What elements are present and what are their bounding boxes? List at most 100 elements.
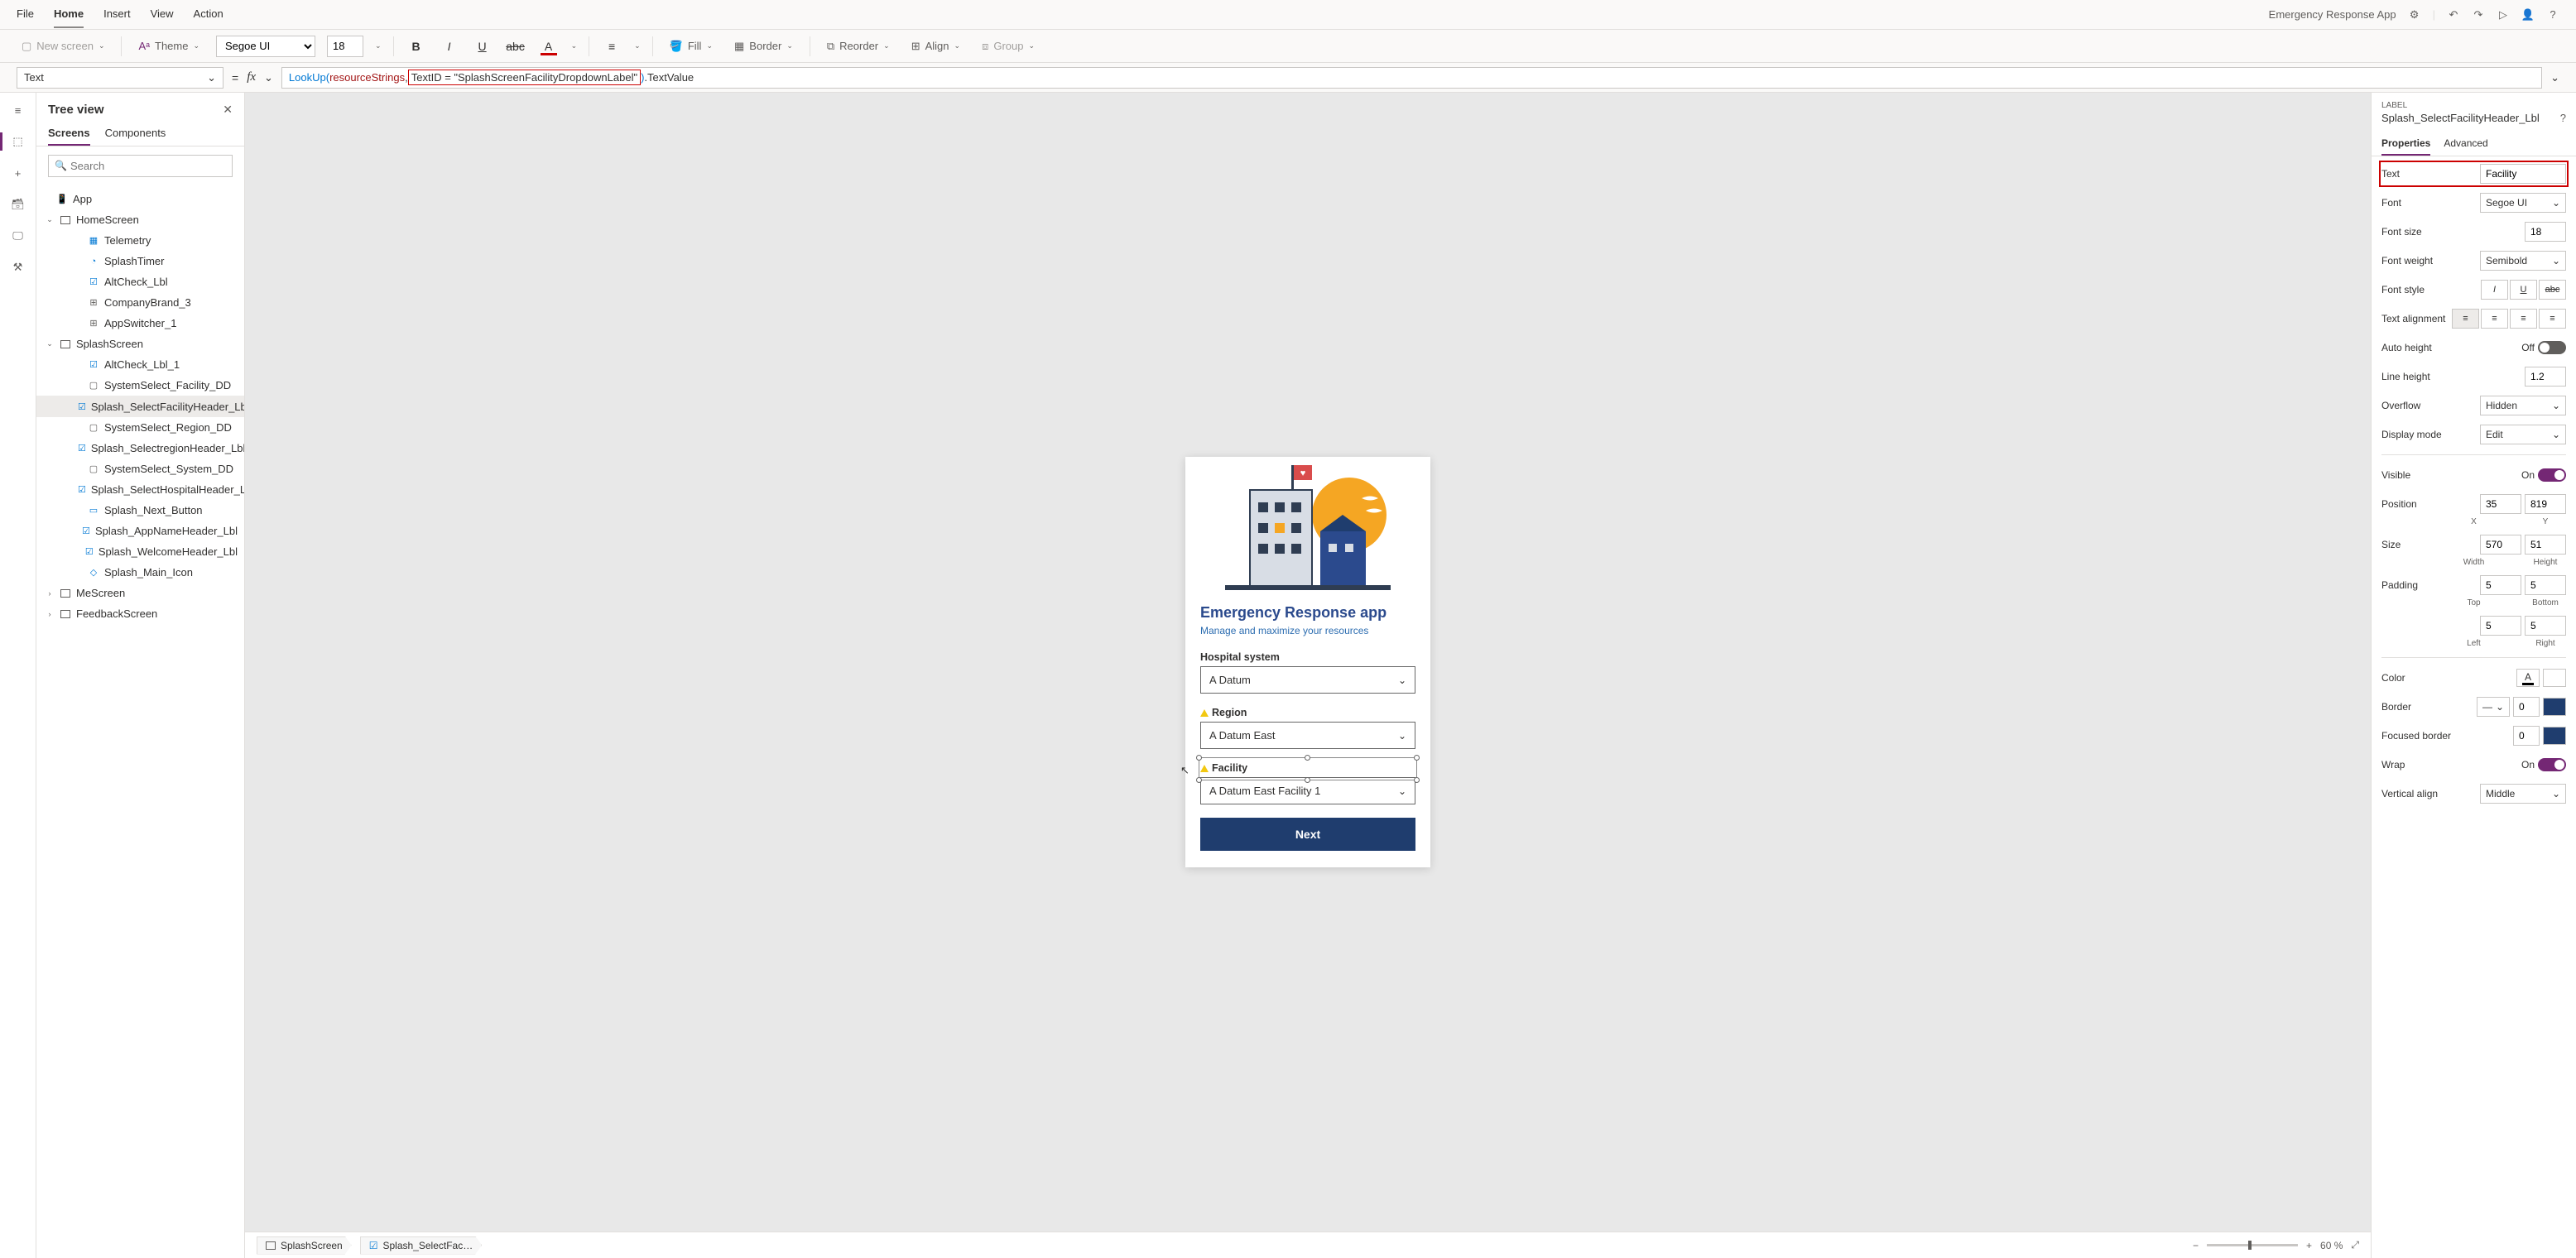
help-icon[interactable]: ?: [2546, 8, 2559, 22]
tree-item[interactable]: ☑AltCheck_Lbl_1: [36, 354, 244, 375]
align-right[interactable]: ≡: [2510, 309, 2537, 329]
prop-pos-x[interactable]: [2480, 494, 2521, 514]
prop-fontweight-select[interactable]: Semibold⌄: [2480, 251, 2566, 271]
tree-item[interactable]: ›MeScreen: [36, 583, 244, 603]
fit-icon[interactable]: ⤢: [2351, 1239, 2359, 1251]
tree-item[interactable]: ☑Splash_WelcomeHeader_Lbl: [36, 541, 244, 562]
border-style-select[interactable]: —⌄: [2477, 697, 2510, 717]
zoom-out-icon[interactable]: −: [2193, 1240, 2199, 1251]
tree-item[interactable]: ☑Splash_SelectregionHeader_Lbl: [36, 438, 244, 459]
align-left[interactable]: ≡: [2452, 309, 2479, 329]
formula-expand-icon[interactable]: ⌄: [2550, 71, 2559, 84]
tree-item[interactable]: ▭Splash_Next_Button: [36, 500, 244, 521]
prop-font-select[interactable]: Segoe UI⌄: [2480, 193, 2566, 213]
undo-icon[interactable]: ↶: [2447, 8, 2460, 22]
align-center[interactable]: ≡: [2481, 309, 2508, 329]
autoheight-toggle[interactable]: [2538, 341, 2566, 354]
prop-pos-y[interactable]: [2525, 494, 2566, 514]
fill-button[interactable]: 🪣 Fill ⌄: [665, 36, 718, 56]
focusedborder-input[interactable]: [2513, 726, 2540, 746]
close-icon[interactable]: ✕: [223, 103, 233, 117]
tree-item[interactable]: ⌄SplashScreen: [36, 334, 244, 354]
font-select[interactable]: Segoe UI: [216, 36, 315, 57]
breadcrumb-control[interactable]: ☑ Splash_SelectFac…: [360, 1236, 483, 1255]
formula-input[interactable]: LookUp(resourceStrings, TextID = "Splash…: [281, 67, 2542, 89]
tab-properties[interactable]: Properties: [2381, 132, 2430, 156]
theme-button[interactable]: Aᵃ Theme ⌄: [133, 36, 204, 55]
tree-item[interactable]: ◇Splash_Main_Icon: [36, 562, 244, 583]
tree-item[interactable]: ☑Splash_SelectFacilityHeader_Lbl⋯: [36, 396, 244, 417]
tree-item[interactable]: ⌄HomeScreen: [36, 209, 244, 230]
tree-item[interactable]: ⊞CompanyBrand_3: [36, 292, 244, 313]
environment-icon[interactable]: ⚙: [2408, 8, 2421, 22]
tab-components[interactable]: Components: [105, 122, 166, 146]
bold-button[interactable]: B: [406, 36, 427, 57]
help-icon[interactable]: ?: [2560, 112, 2566, 124]
align-justify[interactable]: ≡: [2539, 309, 2566, 329]
italic-toggle[interactable]: I: [2481, 280, 2508, 300]
prop-pad-t[interactable]: [2480, 575, 2521, 595]
tree-item[interactable]: ▦Telemetry: [36, 230, 244, 251]
tree-app[interactable]: 📱 App: [36, 189, 244, 209]
tree-item[interactable]: ☑Splash_AppNameHeader_Lbl: [36, 521, 244, 541]
menu-view[interactable]: View: [151, 1, 174, 28]
search-input[interactable]: [48, 155, 233, 177]
chevron-icon[interactable]: ›: [45, 610, 55, 618]
menu-insert[interactable]: Insert: [103, 1, 131, 28]
tree-item[interactable]: ◔SplashTimer: [36, 251, 244, 271]
tree-item[interactable]: ☑AltCheck_Lbl: [36, 271, 244, 292]
redo-icon[interactable]: ↷: [2472, 8, 2485, 22]
font-color-button[interactable]: A: [538, 36, 560, 57]
strike-button[interactable]: abc: [505, 36, 526, 57]
chevron-icon[interactable]: ›: [45, 589, 55, 598]
prop-size-w[interactable]: [2480, 535, 2521, 555]
play-icon[interactable]: ▷: [2497, 8, 2510, 22]
hospital-select[interactable]: A Datum ⌄: [1200, 666, 1415, 694]
breadcrumb-screen[interactable]: SplashScreen: [257, 1236, 352, 1255]
tab-advanced[interactable]: Advanced: [2444, 132, 2487, 156]
border-button[interactable]: ▦ Border ⌄: [729, 36, 798, 56]
underline-toggle[interactable]: U: [2510, 280, 2537, 300]
bg-color-swatch[interactable]: [2543, 669, 2566, 687]
focusedborder-color-swatch[interactable]: [2543, 727, 2566, 745]
border-width-input[interactable]: [2513, 697, 2540, 717]
chevron-icon[interactable]: ⌄: [45, 339, 55, 348]
tab-screens[interactable]: Screens: [48, 122, 90, 146]
prop-size-h[interactable]: [2525, 535, 2566, 555]
menu-file[interactable]: File: [17, 1, 34, 28]
tree-item[interactable]: ⊞AppSwitcher_1: [36, 313, 244, 334]
region-select[interactable]: A Datum East ⌄: [1200, 722, 1415, 749]
visible-toggle[interactable]: [2538, 468, 2566, 482]
next-button[interactable]: Next: [1200, 818, 1415, 851]
font-color-swatch[interactable]: A: [2516, 669, 2540, 687]
menu-action[interactable]: Action: [194, 1, 223, 28]
tree-item[interactable]: ☑Splash_SelectHospitalHeader_Lbl: [36, 479, 244, 500]
data-icon[interactable]: 🗃: [11, 197, 26, 212]
wrap-toggle[interactable]: [2538, 758, 2566, 771]
zoom-slider[interactable]: [2207, 1244, 2298, 1246]
chevron-icon[interactable]: ⌄: [45, 215, 55, 224]
prop-text-input[interactable]: [2480, 164, 2566, 184]
prop-overflow-select[interactable]: Hidden⌄: [2480, 396, 2566, 415]
insert-icon[interactable]: +: [11, 166, 26, 180]
group-button[interactable]: ⧈ Group ⌄: [977, 36, 1040, 56]
align-button[interactable]: ⊞ Align ⌄: [906, 36, 965, 56]
align-text-button[interactable]: ≡: [601, 36, 622, 57]
font-size-input[interactable]: [327, 36, 363, 57]
tree-item[interactable]: ▢SystemSelect_System_DD: [36, 459, 244, 479]
italic-button[interactable]: I: [439, 36, 460, 57]
tree-item[interactable]: ▢SystemSelect_Facility_DD: [36, 375, 244, 396]
strike-toggle[interactable]: abc: [2539, 280, 2566, 300]
prop-fontsize-input[interactable]: [2525, 222, 2566, 242]
property-select[interactable]: Text ⌄: [17, 67, 223, 89]
prop-displaymode-select[interactable]: Edit⌄: [2480, 425, 2566, 444]
zoom-in-icon[interactable]: +: [2306, 1240, 2312, 1251]
prop-lineheight-input[interactable]: [2525, 367, 2566, 387]
prop-pad-l[interactable]: [2480, 616, 2521, 636]
prop-valign-select[interactable]: Middle⌄: [2480, 784, 2566, 804]
menu-home[interactable]: Home: [54, 1, 84, 28]
prop-pad-b[interactable]: [2525, 575, 2566, 595]
underline-button[interactable]: U: [472, 36, 493, 57]
tree-view-icon[interactable]: ⬚: [11, 134, 26, 149]
tree-item[interactable]: ▢SystemSelect_Region_DD: [36, 417, 244, 438]
